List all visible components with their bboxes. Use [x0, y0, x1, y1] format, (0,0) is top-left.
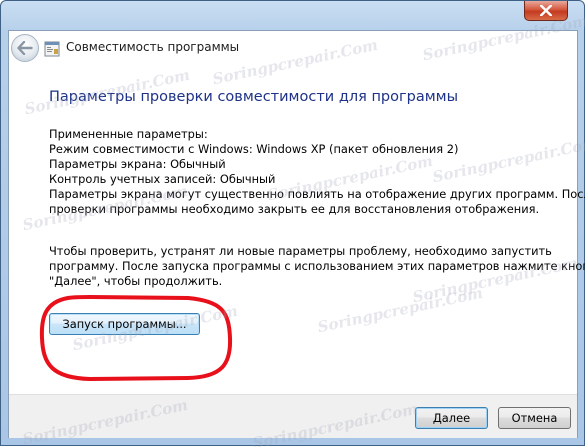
highlight-annotation: [39, 295, 233, 381]
header-bar: Совместимость программы: [9, 31, 577, 69]
window-title: Совместимость программы: [66, 40, 240, 54]
page-heading: Параметры проверки совместимости для про…: [49, 89, 459, 105]
next-button[interactable]: Далее: [415, 407, 488, 429]
launch-program-button[interactable]: Запуск программы...: [49, 313, 200, 335]
compatibility-icon: [44, 41, 60, 57]
back-button[interactable]: [11, 34, 39, 62]
warning-text-line-1: Параметры экрана могут существенно повли…: [49, 187, 585, 201]
instruction-text-line-3: "Далее", чтобы продолжить.: [49, 274, 223, 288]
cancel-button[interactable]: Отмена: [498, 407, 571, 429]
compat-mode-text: Режим совместимости с Windows: Windows X…: [49, 142, 459, 156]
dialog-client-area: Совместимость программы Параметры провер…: [8, 30, 585, 438]
instruction-text-line-1: Чтобы проверить, устранят ли новые парам…: [49, 244, 552, 258]
dialog-footer: Далее Отмена: [9, 394, 577, 438]
uac-text: Контроль учетных записей: Обычный: [49, 172, 276, 186]
applied-settings-label: Примененные параметры:: [49, 127, 208, 141]
close-icon: [540, 5, 552, 16]
close-button[interactable]: [524, 1, 568, 21]
warning-text-line-2: проверки программы необходимо закрыть ее…: [49, 202, 540, 216]
back-arrow-icon: [17, 41, 33, 55]
instruction-text-line-2: программу. После запуска программы с исп…: [49, 259, 585, 273]
dialog-window: Совместимость программы Параметры провер…: [0, 0, 585, 447]
display-settings-text: Параметры экрана: Обычный: [49, 157, 226, 171]
